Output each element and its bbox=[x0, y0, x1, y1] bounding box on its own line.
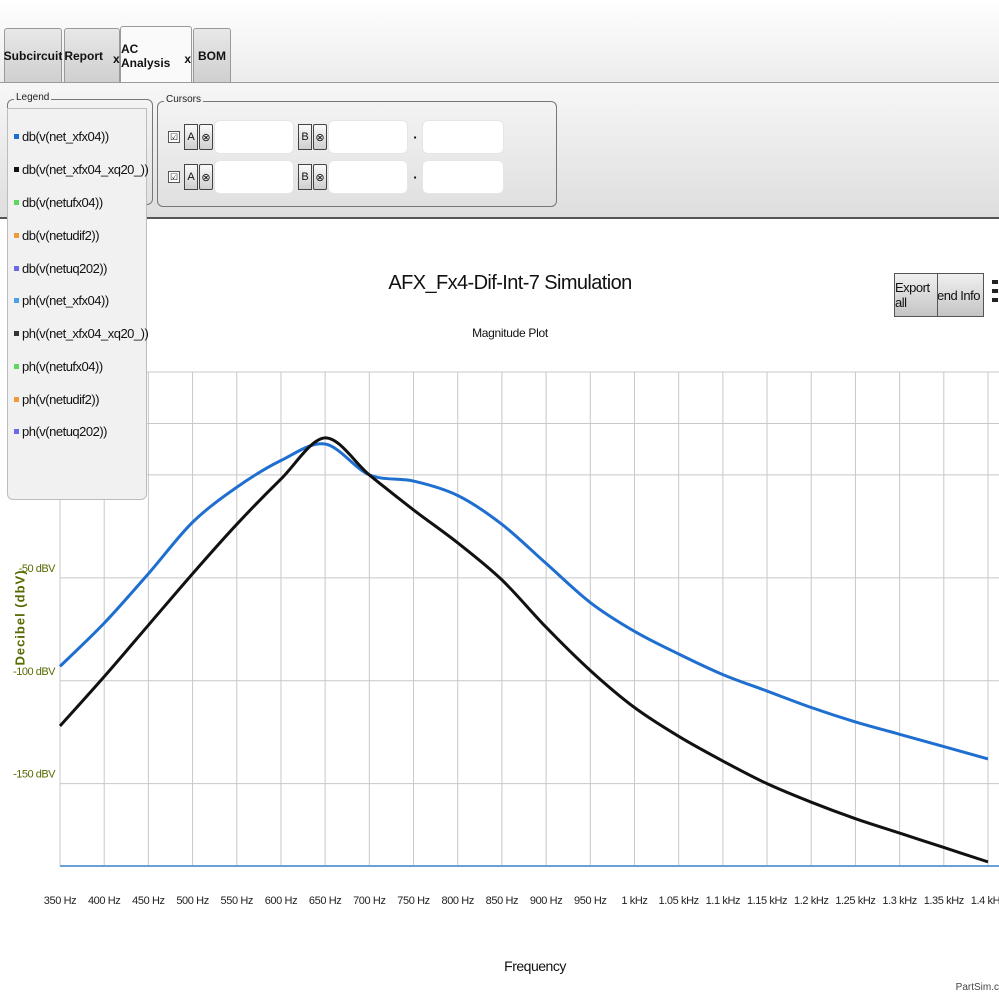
legend-item-label: db(v(net_xfx04)) bbox=[22, 129, 109, 144]
x-tick-label: 1.35 kHz bbox=[924, 895, 964, 907]
x-tick-label: 400 Hz bbox=[88, 895, 120, 907]
legend-item-label: db(v(netufx04)) bbox=[22, 195, 103, 210]
legend-item[interactable]: db(v(net_xfx04)) bbox=[14, 129, 109, 144]
legend-item-label: db(v(netuq202)) bbox=[22, 261, 108, 276]
legend-item-label: ph(v(netufx04)) bbox=[22, 359, 103, 374]
legend-swatch bbox=[14, 233, 19, 238]
x-tick-label: 650 Hz bbox=[309, 895, 341, 907]
x-tick-label: 1.05 kHz bbox=[659, 895, 699, 907]
legend-swatch bbox=[14, 364, 19, 369]
legend-swatch bbox=[14, 298, 19, 303]
x-tick-label: 1.15 kHz bbox=[747, 895, 787, 907]
legend-swatch bbox=[14, 397, 19, 402]
x-tick-label: 1.3 kHz bbox=[882, 895, 917, 907]
legend-item-label: ph(v(netuq202)) bbox=[22, 424, 108, 439]
legend-item[interactable]: ph(v(netudif2)) bbox=[14, 392, 100, 407]
x-tick-label: 550 Hz bbox=[221, 895, 253, 907]
legend-item[interactable]: ph(v(netuq202)) bbox=[14, 424, 108, 439]
x-tick-label: 1.1 kHz bbox=[706, 895, 741, 907]
x-tick-label: 600 Hz bbox=[265, 895, 297, 907]
y-tick-label: -150 dBV bbox=[13, 769, 56, 781]
x-tick-label: 800 Hz bbox=[441, 895, 473, 907]
y-tick-label: -100 dBV bbox=[13, 666, 56, 678]
x-tick-label: 1.4 kHz bbox=[971, 895, 999, 907]
legend-item-label: ph(v(net_xfx04)) bbox=[22, 293, 109, 308]
magnitude-plot[interactable]: 350 Hz 400 Hz 450 Hz 500 Hz 550 Hz 600 Hz 650 … bbox=[0, 0, 999, 999]
legend-swatch bbox=[14, 266, 19, 271]
x-tick-label: 350 Hz bbox=[44, 895, 76, 907]
x-tick-label: 500 Hz bbox=[176, 895, 208, 907]
x-tick-label: 450 Hz bbox=[132, 895, 164, 907]
x-tick-label: 850 Hz bbox=[486, 895, 518, 907]
x-tick-label: 700 Hz bbox=[353, 895, 385, 907]
legend-dropdown: db(v(net_xfx04)) db(v(net_xfx04_xq20_)) … bbox=[7, 108, 149, 500]
legend-item[interactable]: db(v(netufx04)) bbox=[14, 195, 103, 210]
series-line-1 bbox=[58, 436, 989, 864]
legend-item-label: ph(v(net_xfx04_xq20_)) bbox=[22, 326, 149, 341]
legend-item[interactable]: db(v(netudif2)) bbox=[14, 228, 100, 243]
x-tick-label: 750 Hz bbox=[397, 895, 429, 907]
legend-swatch bbox=[14, 200, 19, 205]
legend-item[interactable]: ph(v(net_xfx04_xq20_)) bbox=[14, 326, 149, 341]
legend-swatch bbox=[14, 331, 19, 336]
legend-item[interactable]: ph(v(netufx04)) bbox=[14, 359, 103, 374]
legend-item[interactable]: db(v(net_xfx04_xq20_)) bbox=[14, 162, 149, 177]
x-tick-label: 1.25 kHz bbox=[835, 895, 875, 907]
y-tick-label: -50 dBV bbox=[19, 563, 56, 575]
x-tick-label: 950 Hz bbox=[574, 895, 606, 907]
legend-item[interactable]: db(v(netuq202)) bbox=[14, 261, 108, 276]
legend-item-label: db(v(netudif2)) bbox=[22, 228, 100, 243]
legend-swatch bbox=[14, 167, 19, 172]
legend-item-label: db(v(net_xfx04_xq20_)) bbox=[22, 162, 149, 177]
legend-item-label: ph(v(netudif2)) bbox=[22, 392, 100, 407]
x-tick-label: 1 kHz bbox=[621, 895, 647, 907]
x-tick-label: 1.2 kHz bbox=[794, 895, 829, 907]
legend-swatch bbox=[14, 134, 19, 139]
x-tick-label: 900 Hz bbox=[530, 895, 562, 907]
legend-item[interactable]: ph(v(net_xfx04)) bbox=[14, 293, 109, 308]
legend-swatch bbox=[14, 429, 19, 434]
